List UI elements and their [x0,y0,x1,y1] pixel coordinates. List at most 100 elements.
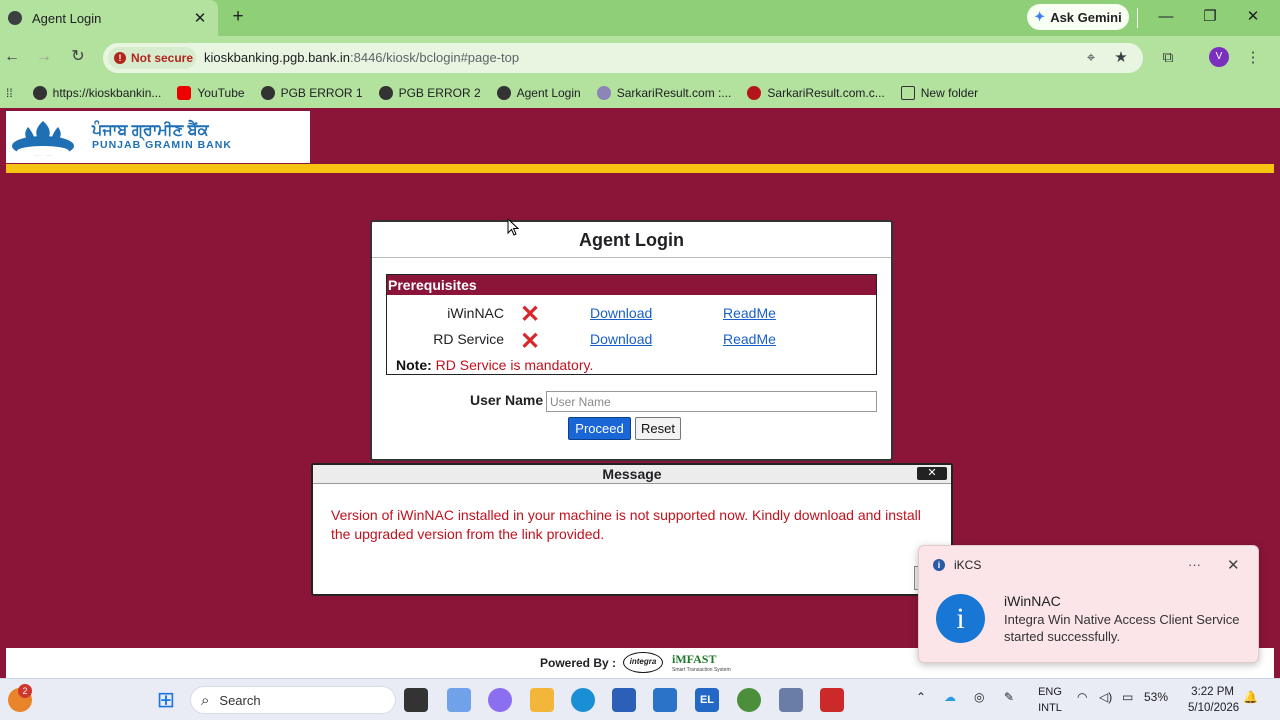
bookmark-item[interactable]: SarkariResult.com.c... [747,86,885,100]
note-text: RD Service is mandatory. [435,357,594,373]
reset-button[interactable]: Reset [635,417,681,440]
wifi-icon[interactable]: ◠ [1077,690,1087,704]
apps-grid-icon[interactable]: ⁞⁞ [6,86,13,100]
not-secure-chip[interactable]: ! Not secure [108,47,196,69]
bookmark-label: Agent Login [516,86,581,100]
warning-icon: ! [114,52,126,64]
menu-kebab-icon[interactable]: ⋮ [1243,48,1263,68]
login-title: Agent Login [579,230,684,250]
tray-overflow-icon[interactable]: ⌃ [916,690,926,704]
clock[interactable]: 3:22 PM 5/10/2026 [1188,684,1240,716]
imfast-name: iMFAST [672,652,717,666]
ask-gemini-button[interactable]: ✦ Ask Gemini [1027,4,1129,30]
forward-button[interactable]: → [32,44,56,70]
download-iwinnac-link[interactable]: Download [590,305,652,321]
input-language[interactable]: ENG INTL [1038,684,1062,716]
ask-gemini-label: Ask Gemini [1050,9,1122,25]
location-pin-icon[interactable]: ⌖ [1081,48,1101,68]
restore-button[interactable]: ❐ [1188,0,1232,34]
el-app-icon[interactable]: EL [695,688,719,712]
note-label: Note: [396,357,432,373]
battery-percent: 53% [1144,690,1169,704]
red-x-icon: ✕ [520,328,541,355]
task-view-icon[interactable] [404,688,428,712]
weather-badge: 2 [18,684,32,698]
bookmark-label: SarkariResult.com.c... [767,86,885,100]
profile-avatar[interactable]: V [1209,47,1229,67]
back-button[interactable]: ← [0,44,24,70]
reload-button[interactable]: ↻ [66,44,90,70]
bookmark-item[interactable]: Agent Login [496,86,581,100]
tab-search-icon[interactable]: ⧉ [1158,48,1178,68]
pen-icon[interactable]: ✎ [1004,690,1014,704]
integra-logo: integra [623,652,663,673]
readme-rd-service-link[interactable]: ReadMe [723,331,776,347]
edge-icon[interactable] [571,688,595,712]
download-rd-service-link[interactable]: Download [590,331,652,347]
bookmark-star-icon[interactable]: ★ [1111,48,1131,68]
more-options-icon[interactable]: ··· [1188,557,1201,572]
chrome-icon[interactable] [737,688,761,712]
close-window-button[interactable]: ✕ [1231,0,1275,34]
readme-iwinnac-link[interactable]: ReadMe [723,305,776,321]
volume-icon[interactable]: ◁) [1099,690,1112,704]
bookmark-label: New folder [920,86,979,100]
taskbar-search[interactable]: ⌕ Search [190,686,396,714]
bank-name-hindi: ਪੰਜਾਬ ਗ੍ਰਾਮੀਣ ਬੈਂਕ [92,122,209,139]
app-icon[interactable] [779,688,803,712]
bookmark-item[interactable]: PGB ERROR 2 [378,86,481,100]
date: 5/10/2026 [1188,702,1240,714]
close-notification-icon[interactable]: ✕ [1227,556,1240,574]
vpn-icon[interactable]: ◎ [974,690,984,704]
url-text[interactable]: kioskbanking.pgb.bank.in:8446/kiosk/bclo… [204,50,519,65]
bookmarks-bar: ⁞⁞ https://kioskbankin... YouTube PGB ER… [0,78,1280,108]
close-tab-icon[interactable]: ✕ [192,9,208,27]
minimize-button[interactable]: — [1144,0,1188,34]
bookmark-item[interactable]: YouTube [177,86,245,100]
bookmark-item[interactable]: SarkariResult.com :... [596,86,732,100]
app-icon[interactable] [447,688,471,712]
site-icon [596,86,611,100]
snipping-tool-icon[interactable] [820,688,844,712]
bank-logo: ਪੰਜਾਬ ਗ੍ਰਾਮੀਣ ਬੈਂਕ PUNJAB GRAMIN BANK [6,111,310,163]
proceed-button[interactable]: Proceed [568,417,631,440]
screen: Agent Login ✕ + ✦ Ask Gemini — ❐ ✕ ← → ↻… [0,0,1280,720]
red-x-icon: ✕ [520,301,541,328]
url-host: kioskbanking.pgb.bank.in [204,50,350,65]
gemini-sparkle-icon: ✦ [1034,9,1046,24]
info-large-icon: i [936,594,985,643]
lang-code: ENG [1038,686,1062,698]
prereq-name: iWinNAC [447,305,504,321]
message-close-icon[interactable]: ✕ [917,467,947,480]
notification-body: Integra Win Native Access Client Service… [1004,612,1240,644]
outlook-icon[interactable] [653,688,677,712]
lang-layout: INTL [1038,702,1062,714]
globe-icon [8,11,22,25]
tab-title: Agent Login [32,10,102,26]
bank-name-english: PUNJAB GRAMIN BANK [92,139,232,151]
youtube-icon [177,86,192,100]
onedrive-icon[interactable]: ☁ [944,690,956,704]
username-input[interactable] [546,391,877,412]
windows-start-icon[interactable]: ⊞ [154,688,178,712]
prerequisites-header: Prerequisites [387,275,876,295]
new-tab-button[interactable]: + [228,6,248,28]
file-explorer-icon[interactable] [530,688,554,712]
powered-by-label: Powered By : [540,656,617,670]
bookmark-label: SarkariResult.com :... [616,86,732,100]
not-secure-label: Not secure [131,51,194,65]
tab-agent-login[interactable]: Agent Login ✕ [0,0,218,36]
bookmark-item[interactable]: PGB ERROR 1 [260,86,363,100]
bookmark-item[interactable]: https://kioskbankin... [32,86,161,100]
globe-icon [260,86,275,100]
copilot-icon[interactable] [488,688,512,712]
battery-icon[interactable]: ▭ [1122,690,1133,704]
notifications-bell-icon[interactable]: 🔔 [1243,690,1258,704]
store-icon[interactable] [612,688,636,712]
globe-icon [378,86,393,100]
bookmark-item[interactable]: New folder [900,86,979,100]
divider [372,257,891,258]
message-title: Message [313,465,951,484]
globe-icon [496,86,511,100]
bank-emblem-icon [12,121,74,156]
